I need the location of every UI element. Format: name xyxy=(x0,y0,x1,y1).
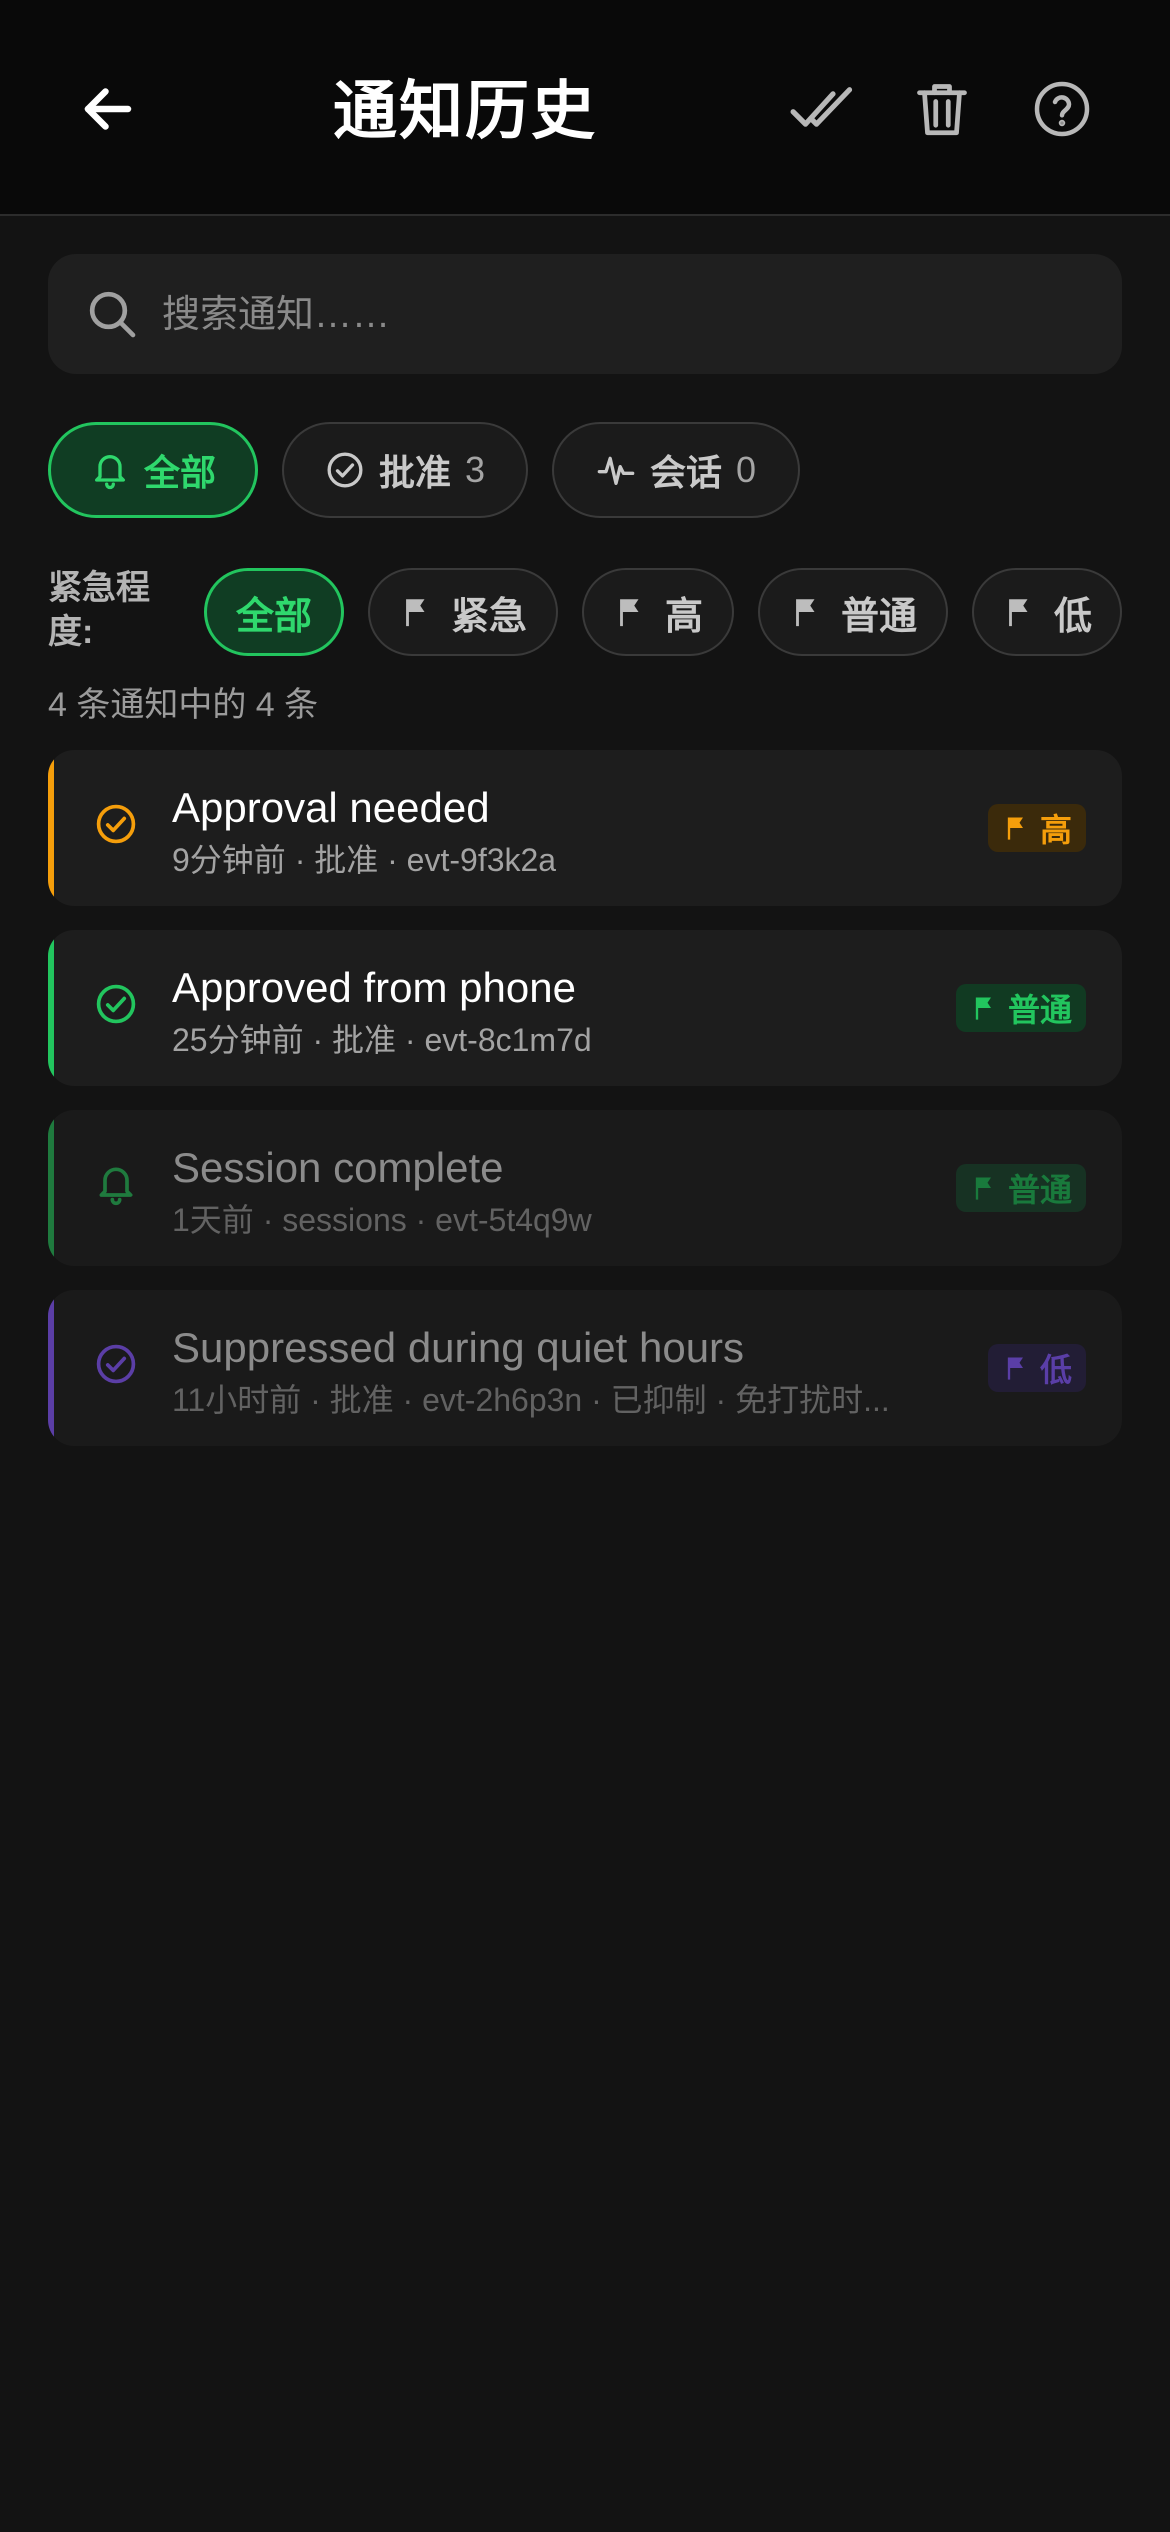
double-check-icon xyxy=(790,87,853,127)
result-count: 4 条通知中的 4 条 xyxy=(48,686,319,724)
check-circle-icon xyxy=(96,804,136,844)
flag-icon xyxy=(796,599,815,627)
app-header: 通知历史 xyxy=(0,0,1170,216)
notification-meta: 25分钟前 · 批准 · evt-8c1m7d xyxy=(172,1022,592,1058)
arrow-left-icon xyxy=(84,88,132,130)
notification-title: Session complete xyxy=(172,1144,504,1191)
back-button[interactable] xyxy=(58,59,158,159)
filter-type-sessions-label: 会话 xyxy=(649,452,722,493)
search-icon xyxy=(89,291,136,338)
filter-urgency-low-label: 低 xyxy=(1053,595,1092,638)
flag-icon xyxy=(406,599,425,627)
notification-title: Suppressed during quiet hours xyxy=(172,1324,745,1371)
clear-all-button[interactable] xyxy=(892,59,992,159)
filter-urgency-normal-label: 普通 xyxy=(840,595,917,638)
flag-icon xyxy=(975,1177,991,1200)
notification-item[interactable]: Session complete 1天前 · sessions · evt-5t… xyxy=(48,1110,1122,1266)
flag-icon xyxy=(620,599,639,627)
filter-urgency-all[interactable]: 全部 xyxy=(204,568,344,656)
filter-urgency-high[interactable]: 高 xyxy=(582,568,734,656)
notification-meta: 9分钟前 · 批准 · evt-9f3k2a xyxy=(172,842,557,878)
urgency-badge: 高 xyxy=(987,804,1086,852)
notification-item[interactable]: Approval needed 9分钟前 · 批准 · evt-9f3k2a 高 xyxy=(48,750,1122,906)
urgency-accent-bar xyxy=(48,1110,54,1266)
filter-urgency-urgent-label: 紧急 xyxy=(450,595,527,638)
filter-urgency-urgent[interactable]: 紧急 xyxy=(368,568,558,656)
notification-item[interactable]: Suppressed during quiet hours 11小时前 · 批准… xyxy=(48,1290,1122,1446)
notification-title: Approved from phone xyxy=(172,964,576,1011)
notification-meta: 1天前 · sessions · evt-5t4q9w xyxy=(172,1202,592,1238)
notification-list: Approval needed 9分钟前 · 批准 · evt-9f3k2a 高… xyxy=(48,750,1122,1470)
activity-icon xyxy=(597,456,635,485)
urgency-accent-bar xyxy=(48,750,54,906)
urgency-label: 紧急程度: xyxy=(48,569,150,651)
check-circle-icon xyxy=(96,1344,136,1384)
check-circle-icon xyxy=(327,452,363,488)
trash-icon xyxy=(917,84,967,136)
urgency-accent-bar xyxy=(48,930,54,1086)
filter-urgency-all-label: 全部 xyxy=(235,595,312,638)
flag-icon xyxy=(1007,1357,1023,1380)
urgency-badge: 普通 xyxy=(955,1164,1086,1212)
bell-icon xyxy=(94,455,125,490)
filter-type-all[interactable]: 全部 xyxy=(48,422,258,518)
notification-title: Approval needed xyxy=(172,784,490,831)
notification-item[interactable]: Approved from phone 25分钟前 · 批准 · evt-8c1… xyxy=(48,930,1122,1086)
notification-meta: 11小时前 · 批准 · evt-2h6p3n · 已抑制 · 免打扰时... xyxy=(172,1382,890,1418)
filter-type-approval[interactable]: 批准 3 xyxy=(282,422,528,518)
filter-urgency-normal[interactable]: 普通 xyxy=(758,568,948,656)
bell-icon xyxy=(99,1167,133,1206)
flag-icon xyxy=(975,997,991,1020)
filter-urgency-high-label: 高 xyxy=(664,595,703,638)
urgency-accent-bar xyxy=(48,1290,54,1446)
filter-type-sessions[interactable]: 会话 0 xyxy=(552,422,800,518)
filter-type-all-label: 全部 xyxy=(143,452,216,493)
urgency-badge: 低 xyxy=(987,1344,1086,1392)
urgency-badge-label: 普通 xyxy=(1007,1172,1072,1208)
check-circle-icon xyxy=(96,984,136,1024)
filter-urgency-low[interactable]: 低 xyxy=(972,568,1122,656)
filter-type-sessions-count: 0 xyxy=(735,449,757,490)
urgency-badge-label: 低 xyxy=(1039,1352,1072,1388)
help-button[interactable] xyxy=(1012,59,1112,159)
flag-icon xyxy=(1007,817,1023,840)
help-circle-icon xyxy=(1034,81,1090,137)
search-input[interactable] xyxy=(160,274,1084,356)
flag-icon xyxy=(1009,599,1028,627)
urgency-badge-label: 高 xyxy=(1039,812,1072,848)
mark-all-read-button[interactable] xyxy=(772,59,872,159)
urgency-badge-label: 普通 xyxy=(1007,992,1072,1028)
filter-type-approval-label: 批准 xyxy=(378,452,451,493)
page-title: 通知历史 xyxy=(333,75,597,147)
search-bar xyxy=(48,254,1122,374)
urgency-badge: 普通 xyxy=(955,984,1086,1032)
filter-type-approval-count: 3 xyxy=(464,449,486,490)
